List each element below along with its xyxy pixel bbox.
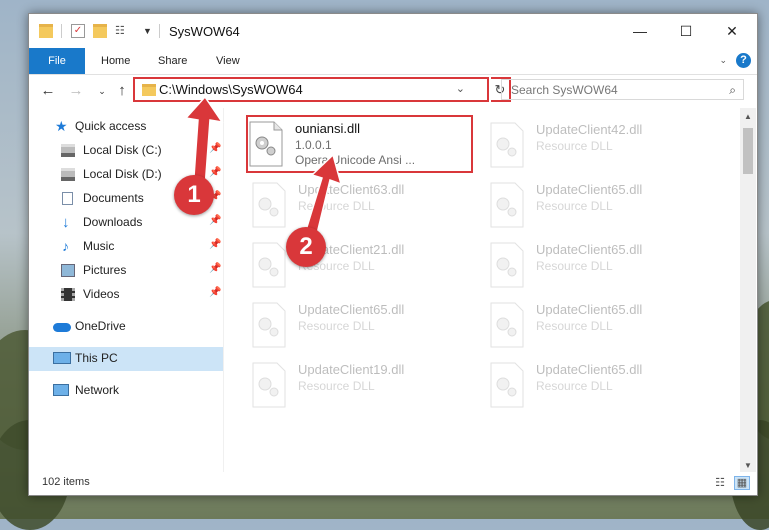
callout-arrows [184,95,343,248]
callout-badge-1: 1 [174,175,214,215]
callout-badge-2: 2 [286,227,326,267]
